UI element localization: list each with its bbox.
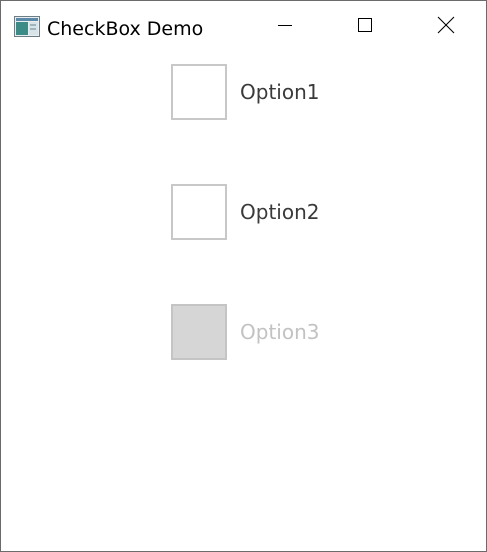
app-window-icon <box>14 16 40 37</box>
maximize-icon <box>357 17 373 38</box>
checkbox-label-option1[interactable]: Option1 <box>240 80 319 104</box>
window-title: CheckBox Demo <box>47 18 204 40</box>
checkbox-option1[interactable]: Option1 <box>171 64 319 120</box>
minimize-button[interactable] <box>245 1 325 53</box>
title-bar[interactable]: CheckBox Demo <box>1 1 486 53</box>
close-icon <box>437 16 455 39</box>
checkbox-option2[interactable]: Option2 <box>171 184 319 240</box>
checkbox-box-option2[interactable] <box>171 184 227 240</box>
checkbox-box-option3 <box>171 304 227 360</box>
checkbox-option3-disabled: Option3 <box>171 304 319 360</box>
checkbox-box-option1[interactable] <box>171 64 227 120</box>
maximize-button[interactable] <box>325 1 405 53</box>
checkbox-label-option2[interactable]: Option2 <box>240 200 319 224</box>
close-button[interactable] <box>406 1 486 53</box>
minimize-icon <box>277 17 293 38</box>
app-window: CheckBox Demo Option1 Option2 Option3 <box>0 0 487 552</box>
checkbox-label-option3: Option3 <box>240 320 320 344</box>
